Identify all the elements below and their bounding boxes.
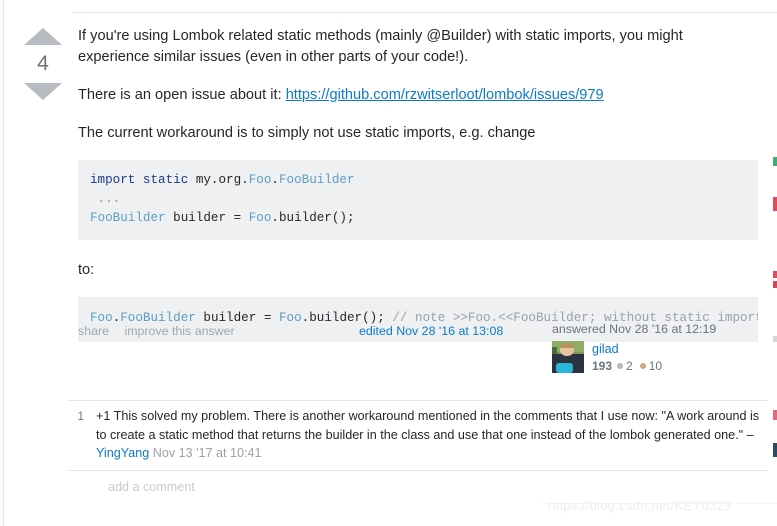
comment-text: +1 This solved my problem. There is anot… [96,409,760,442]
user-row: gilad 193 2 10 [552,341,752,373]
code-type-foo-1: Foo [248,173,272,187]
code-keyword-import-static: import static [90,173,196,187]
reputation-score: 193 [592,359,613,374]
sidebar-sliver-navy [773,443,777,457]
avatar-hair [560,343,574,348]
sidebar-sliver-red-1 [773,197,777,211]
comment-score: 1 [77,409,84,423]
answer-body: If you're using Lombok related static me… [78,26,758,360]
code-builder-call: .builder(); [271,211,355,226]
sidebar-sliver-pink [773,410,777,420]
user-info: gilad 193 2 10 [592,341,669,372]
comment-timestamp: Nov 13 '17 at 10:41 [149,446,262,461]
bronze-badge-icon [639,363,646,370]
sidebar-sliver-green [773,157,777,166]
vote-cell: 4 [18,28,68,100]
answer-paragraph-1-text: If you're using Lombok related static me… [78,28,683,65]
answer-top-divider [72,12,777,13]
stackoverflow-answer-page: 4 If you're using Lombok related static … [0,0,777,526]
add-comment-link[interactable]: add a comment [68,471,768,494]
answer-paragraph-2: There is an open issue about it: https:/… [78,85,758,106]
upvote-arrow-icon[interactable] [24,28,62,45]
csdn-watermark: https://blog.csdn.net/KEY0323 [548,498,732,513]
share-link[interactable]: share [78,324,109,338]
comment-body: +1 This solved my problem. There is anot… [96,407,768,463]
answer-paragraph-3: The current workaround is to simply not … [78,123,758,144]
to-label: to: [78,262,95,279]
avatar[interactable] [552,341,584,373]
code-builder-assign: builder = [165,211,249,226]
answer-paragraph-1: If you're using Lombok related static me… [78,26,758,68]
comments-section: 1 +1 This solved my problem. There is an… [68,400,768,494]
answer-meta-row: share improve this answer edited Nov 28 … [78,322,768,392]
user-name-link[interactable]: gilad [592,342,669,357]
code-type-foobuilder-1: FooBuilder [278,173,355,187]
silver-badge-count: 2 [626,359,633,374]
answerer-user-card: answered Nov 28 '16 at 12:19 gilad 193 2 [552,322,752,373]
downvote-arrow-icon[interactable] [24,83,62,100]
user-stats: 193 2 10 [592,360,669,372]
sidebar-sliver-gray [773,336,777,342]
silver-badge-icon [617,363,624,370]
sidebar-sliver-red-2 [773,271,777,278]
edited-timestamp-link[interactable]: edited Nov 28 '16 at 13:08 [359,324,503,338]
code-package-path: my.org. [195,173,249,187]
github-issue-link[interactable]: https://github.com/rzwitserloot/lombok/i… [286,87,604,103]
answered-timestamp: answered Nov 28 '16 at 12:19 [552,322,717,336]
comment-item: 1 +1 This solved my problem. There is an… [68,401,768,470]
code-ellipsis-line: ... [90,192,121,207]
answer-paragraph-3-text: The current workaround is to simply not … [78,125,536,141]
code-type-foobuilder-2: FooBuilder [90,211,166,226]
page-left-border [3,0,4,526]
improve-answer-link[interactable]: improve this answer [124,324,234,338]
code-block-static-import: import static my.org.Foo.FooBuilder ... … [78,160,758,241]
code-dot-1: . [271,173,279,187]
answer-action-links: share improve this answer [78,324,247,338]
sidebar-sliver-red-3 [773,281,777,288]
avatar-clothing [556,363,573,373]
bronze-badge-count: 10 [648,359,663,374]
vote-score: 4 [37,52,49,75]
code-type-foo-2: Foo [248,211,272,226]
answer-paragraph-2-text: There is an open issue about it: [78,87,286,103]
comment-author-link[interactable]: YingYang [96,446,149,460]
